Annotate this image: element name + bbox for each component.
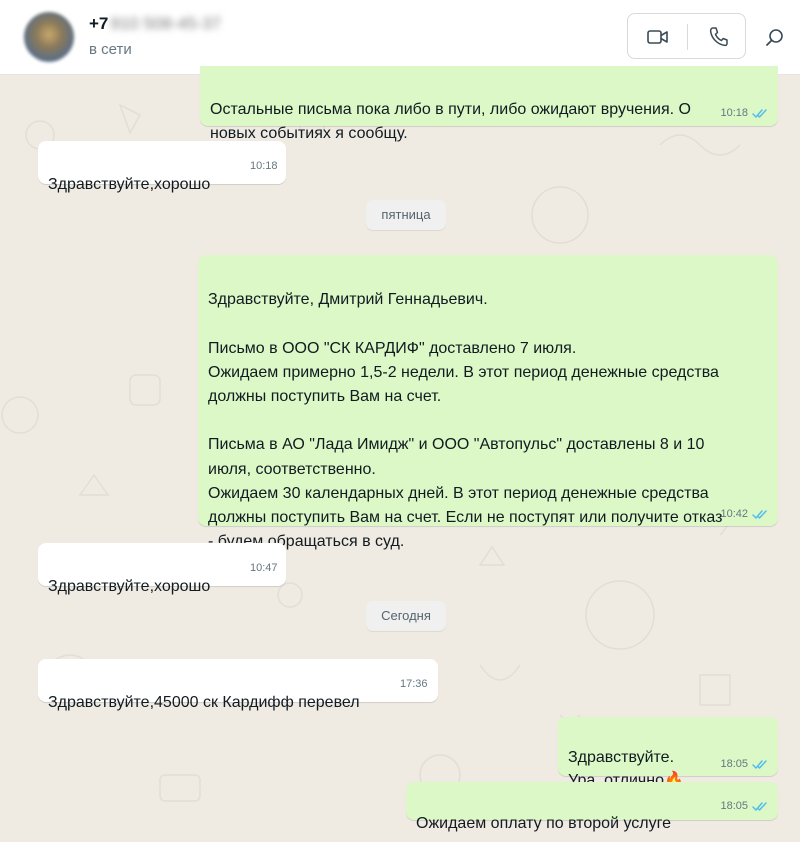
message-time: 17:36 (400, 678, 428, 690)
message-text: Здравствуйте,хорошо (48, 578, 211, 596)
message-text: Остальные письма пока либо в пути, либо … (210, 101, 691, 143)
voice-call-icon (709, 27, 728, 47)
day-separator: Сегодня (366, 601, 446, 631)
chat-header: +7 910 508-45-37 в сети (0, 0, 800, 75)
message-outgoing[interactable]: Здравствуйте. Ура, отлично🔥 18:05 (558, 717, 778, 789)
message-time: 18:05 (720, 758, 748, 770)
day-separator: пятница (366, 200, 446, 230)
double-check-icon (752, 801, 767, 811)
message-text: Здравствуйте,45000 ск Кардифф перевел (48, 694, 360, 712)
contact-phone-prefix: +7 (89, 14, 109, 33)
message-time: 10:42 (720, 508, 748, 520)
contact-status: в сети (89, 41, 132, 58)
message-meta: 10:18 (720, 107, 768, 119)
message-time: 10:18 (720, 107, 748, 119)
message-incoming[interactable]: Здравствуйте,хорошо 10:18 (38, 141, 286, 193)
search-button[interactable] (758, 22, 792, 54)
message-meta: 18:05 (720, 800, 768, 812)
message-time: 10:18 (250, 160, 278, 172)
message-text: Здравствуйте,хорошо (48, 176, 211, 194)
message-time: 18:05 (720, 800, 748, 812)
contact-name[interactable]: +7 910 508-45-37 (89, 14, 221, 34)
message-meta: 10:42 (720, 508, 768, 520)
message-time: 10:47 (250, 562, 278, 574)
contact-avatar[interactable] (24, 12, 74, 62)
message-outgoing[interactable]: Остальные письма пока либо в пути, либо … (200, 66, 778, 142)
message-outgoing[interactable]: Ожидаем оплату по второй услуге 18:05 (406, 782, 778, 832)
contact-phone-blurred: 910 508-45-37 (110, 14, 221, 33)
voice-call-button[interactable] (688, 14, 747, 60)
message-outgoing[interactable]: Здравствуйте, Дмитрий Геннадьевич. Письм… (198, 255, 778, 550)
message-incoming[interactable]: Здравствуйте,45000 ск Кардифф перевел 17… (38, 659, 438, 711)
call-buttons-group (627, 13, 746, 59)
message-text: Здравствуйте, Дмитрий Геннадьевич. Письм… (208, 291, 723, 551)
message-incoming[interactable]: Здравствуйте,хорошо 10:47 (38, 543, 286, 595)
double-check-icon (752, 759, 767, 769)
message-text: Ожидаем оплату по второй услуге (416, 815, 671, 833)
double-check-icon (752, 108, 767, 118)
double-check-icon (752, 509, 767, 519)
video-call-icon (646, 30, 668, 44)
video-call-button[interactable] (628, 14, 687, 60)
message-meta: 18:05 (720, 758, 768, 770)
search-icon (766, 29, 783, 46)
